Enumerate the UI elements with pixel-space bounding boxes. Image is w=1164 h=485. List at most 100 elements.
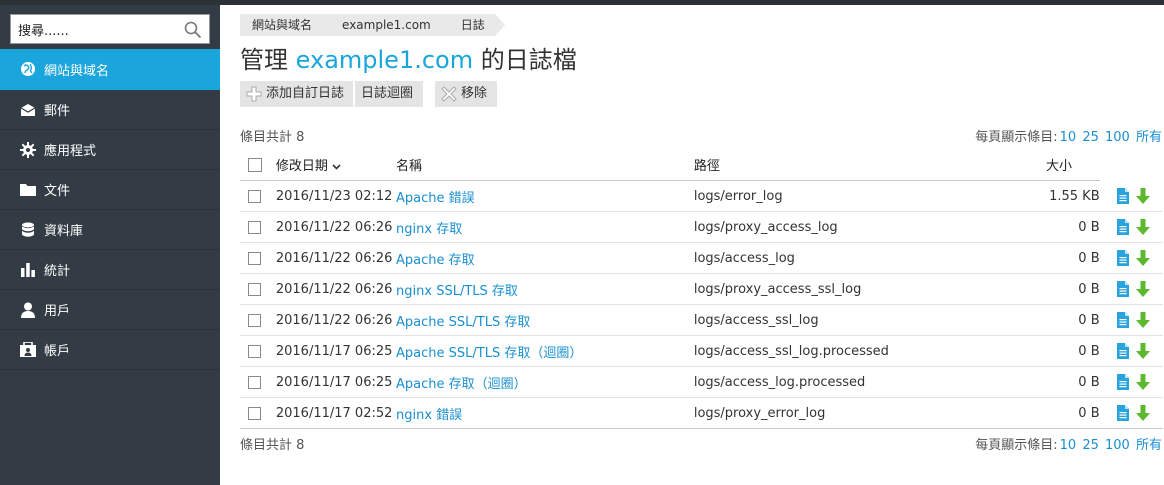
- remove-label: 移除: [461, 86, 488, 101]
- row-log-name-link[interactable]: nginx 錯誤: [396, 408, 462, 423]
- sidebar-item-users[interactable]: 用戶: [0, 290, 220, 330]
- view-log-icon[interactable]: [1116, 281, 1130, 297]
- column-header-date-label: 修改日期: [275, 159, 328, 174]
- sidebar-item-label: 用戶: [44, 304, 71, 319]
- toolbar: 添加自訂日誌 日誌迴圈 移除: [240, 81, 497, 107]
- view-log-icon[interactable]: [1116, 343, 1130, 359]
- select-all-checkbox[interactable]: [248, 157, 262, 172]
- row-checkbox[interactable]: [248, 282, 261, 296]
- table-row: 2016/11/22 06:26 nginx SSL/TLS 存取 logs/pro…: [240, 273, 1163, 305]
- per-page-option-25[interactable]: 25: [1082, 438, 1099, 453]
- download-icon[interactable]: [1135, 250, 1150, 266]
- sidebar-item-label: 統計: [44, 264, 71, 279]
- column-header-date[interactable]: 修改日期: [275, 149, 397, 181]
- item-count-top: 條目共計 8: [240, 130, 305, 145]
- table-row: 2016/11/17 06:25 Apache 存取（迴圈） logs/access…: [240, 366, 1163, 398]
- sidebar-item-applications[interactable]: 應用程式: [0, 130, 220, 170]
- close-icon: [441, 86, 457, 102]
- envelope-icon: [19, 101, 37, 119]
- table-row: 2016/11/22 06:26 Apache SSL/TLS 存取 logs/ac…: [240, 304, 1163, 336]
- breadcrumb-item[interactable]: 日誌: [440, 14, 505, 36]
- download-icon[interactable]: [1135, 312, 1150, 328]
- per-page-option-100[interactable]: 100: [1105, 130, 1130, 145]
- view-log-icon[interactable]: [1116, 374, 1130, 390]
- row-date: 2016/11/22 06:26: [275, 242, 397, 274]
- row-date: 2016/11/22 06:26: [275, 211, 397, 243]
- download-icon[interactable]: [1135, 374, 1150, 390]
- sidebar: 網站與域名 郵件 應用程式 文件 資料庫 統計 用戶 帳戶: [0, 5, 220, 485]
- view-log-icon[interactable]: [1116, 250, 1130, 266]
- row-date: 2016/11/17 06:25: [275, 366, 397, 398]
- sidebar-item-websites-domains[interactable]: 網站與域名: [0, 49, 220, 90]
- per-page-option-10[interactable]: 10: [1060, 438, 1077, 453]
- view-log-icon[interactable]: [1116, 312, 1130, 328]
- log-rotation-button[interactable]: 日誌迴圈: [355, 81, 423, 107]
- sidebar-item-mail[interactable]: 郵件: [0, 90, 220, 130]
- breadcrumb: 網站與域名 example1.com 日誌: [240, 14, 505, 36]
- table-header-row: 修改日期 名稱 路徑 大小: [240, 149, 1163, 181]
- row-checkbox[interactable]: [248, 375, 261, 389]
- page-title-domain: example1.com: [295, 46, 474, 74]
- row-log-name-link[interactable]: Apache 錯誤: [396, 191, 475, 206]
- sidebar-item-statistics[interactable]: 統計: [0, 250, 220, 290]
- download-icon[interactable]: [1135, 219, 1150, 235]
- row-path: logs/proxy_error_log: [693, 397, 1035, 429]
- view-log-icon[interactable]: [1116, 219, 1130, 235]
- row-log-name-link[interactable]: nginx 存取: [396, 222, 462, 237]
- row-size: 0 B: [1034, 397, 1100, 429]
- row-path: logs/access_log: [693, 242, 1035, 274]
- per-page-option-100[interactable]: 100: [1105, 438, 1130, 453]
- row-path: logs/error_log: [693, 180, 1035, 212]
- row-log-name-link[interactable]: Apache 存取: [396, 253, 475, 268]
- row-size: 0 B: [1034, 242, 1100, 274]
- view-log-icon[interactable]: [1116, 405, 1130, 421]
- breadcrumb-item[interactable]: 網站與域名: [240, 14, 333, 36]
- sidebar-item-label: 帳戶: [44, 344, 71, 359]
- sidebar-item-label: 網站與域名: [44, 63, 110, 79]
- row-date: 2016/11/17 02:52: [275, 397, 397, 429]
- column-header-path[interactable]: 路徑: [693, 149, 1035, 181]
- row-log-name-link[interactable]: Apache 存取（迴圈）: [396, 377, 527, 392]
- download-icon[interactable]: [1135, 405, 1150, 421]
- sidebar-item-account[interactable]: 帳戶: [0, 330, 220, 370]
- download-icon[interactable]: [1135, 187, 1150, 204]
- row-checkbox[interactable]: [248, 313, 261, 327]
- table-row: 2016/11/22 06:26 nginx 存取 logs/proxy_acces…: [240, 211, 1163, 243]
- sidebar-item-label: 應用程式: [44, 144, 97, 159]
- row-checkbox[interactable]: [248, 344, 261, 358]
- search-input[interactable]: [18, 16, 178, 42]
- per-page-option-10[interactable]: 10: [1060, 130, 1077, 145]
- row-checkbox[interactable]: [248, 189, 261, 203]
- sidebar-item-label: 郵件: [44, 104, 71, 119]
- download-icon[interactable]: [1135, 281, 1150, 297]
- per-page-option-25[interactable]: 25: [1082, 130, 1099, 145]
- row-checkbox[interactable]: [248, 406, 261, 420]
- database-icon: [19, 221, 37, 239]
- row-checkbox[interactable]: [248, 251, 261, 265]
- row-date: 2016/11/22 06:26: [275, 304, 397, 336]
- search-icon[interactable]: [184, 21, 202, 39]
- download-icon[interactable]: [1135, 343, 1150, 359]
- column-header-size[interactable]: 大小: [1034, 149, 1100, 181]
- sidebar-item-label: 資料庫: [44, 224, 84, 239]
- row-log-name-link[interactable]: nginx SSL/TLS 存取: [396, 284, 518, 299]
- row-path: logs/proxy_access_ssl_log: [693, 273, 1035, 305]
- log-rotation-label: 日誌迴圈: [361, 86, 414, 101]
- view-log-icon[interactable]: [1116, 187, 1130, 204]
- row-checkbox[interactable]: [248, 220, 261, 234]
- breadcrumb-item[interactable]: example1.com: [322, 14, 451, 36]
- row-log-name-link[interactable]: Apache SSL/TLS 存取（迴圈）: [396, 346, 582, 361]
- sidebar-item-databases[interactable]: 資料庫: [0, 210, 220, 250]
- sidebar-item-files[interactable]: 文件: [0, 170, 220, 210]
- row-log-name-link[interactable]: Apache SSL/TLS 存取: [396, 315, 530, 330]
- row-size: 0 B: [1034, 273, 1100, 305]
- item-count-bottom: 條目共計 8: [240, 438, 305, 453]
- remove-button[interactable]: 移除: [435, 81, 497, 107]
- per-page-option-all[interactable]: 所有: [1136, 438, 1162, 453]
- row-path: logs/access_ssl_log: [693, 304, 1035, 336]
- add-custom-log-button[interactable]: 添加自訂日誌: [240, 81, 353, 107]
- row-size: 0 B: [1034, 366, 1100, 398]
- column-header-name[interactable]: 名稱: [396, 149, 694, 181]
- row-size: 0 B: [1034, 335, 1100, 367]
- per-page-option-all[interactable]: 所有: [1136, 130, 1162, 145]
